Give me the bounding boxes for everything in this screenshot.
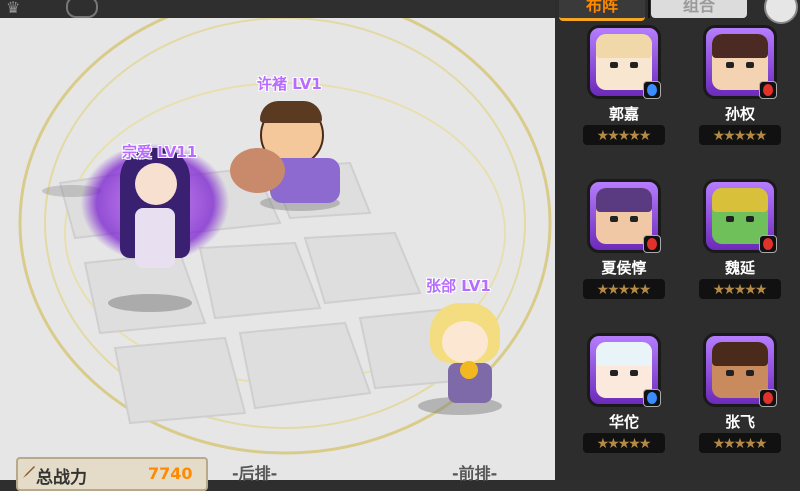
sword-icon xyxy=(23,466,35,478)
hero-hair xyxy=(596,34,652,58)
hero-eye xyxy=(726,216,734,222)
top-strip: ♛ xyxy=(0,0,555,18)
hero-eye xyxy=(726,62,734,68)
hero-eye xyxy=(630,216,638,222)
hero-hair xyxy=(712,34,768,58)
hero-name: 孙权 xyxy=(724,105,755,123)
unit-sprite xyxy=(442,321,488,363)
hero-name: 魏延 xyxy=(724,259,755,277)
tab-combination[interactable]: 组合 xyxy=(651,0,747,18)
hero-star-rating: ★★★★★ xyxy=(583,279,665,299)
hero-eye xyxy=(746,62,754,68)
hero-eye xyxy=(746,370,754,376)
battlefield: 许褚 LV1 宗爱 LV11 张郃 LV1 xyxy=(0,18,555,480)
star-icon: ★ xyxy=(638,282,652,298)
unit-bell xyxy=(460,361,478,379)
star-icon: ★ xyxy=(754,282,768,298)
total-power-value: 7740 xyxy=(148,464,193,483)
unit-xuchu[interactable] xyxy=(230,93,350,208)
hero-card[interactable]: 张飞 ★★★★★ xyxy=(699,333,781,459)
unit-sprite xyxy=(135,163,177,205)
hero-eye xyxy=(610,370,618,376)
back-row-label: -后排- xyxy=(232,464,278,483)
hero-class-icon xyxy=(643,389,661,407)
unit-sprite-body xyxy=(135,208,175,268)
hero-star-rating: ★★★★★ xyxy=(699,279,781,299)
hero-name: 张飞 xyxy=(724,413,755,431)
hero-card[interactable]: 孙权 ★★★★★ xyxy=(699,25,781,151)
hero-class-icon xyxy=(643,81,661,99)
hero-hair xyxy=(712,342,768,366)
hero-name: 郭嘉 xyxy=(608,105,639,123)
tab-formation[interactable]: 布阵 xyxy=(559,0,645,21)
hero-name: 夏侯惇 xyxy=(601,259,647,277)
hero-eye xyxy=(726,370,734,376)
hero-card[interactable]: 华佗 ★★★★★ xyxy=(583,333,665,459)
unit-name-zhanghe: 张郃 LV1 xyxy=(426,277,491,295)
hero-star-rating: ★★★★★ xyxy=(699,125,781,145)
total-power-box: 总战力 7740 xyxy=(16,457,208,491)
unit-sprite-hair xyxy=(260,101,322,123)
panel-tabs: 布阵 组合 xyxy=(555,0,800,24)
hero-star-rating: ★★★★★ xyxy=(699,433,781,453)
hero-card[interactable]: 夏侯惇 ★★★★★ xyxy=(583,179,665,305)
hero-star-rating: ★★★★★ xyxy=(583,125,665,145)
unit-name-zongai: 宗爱 LV11 xyxy=(122,143,198,161)
hero-eye xyxy=(630,62,638,68)
hero-card[interactable]: 魏延 ★★★★★ xyxy=(699,179,781,305)
star-icon: ★ xyxy=(754,436,768,452)
total-power-label: 总战力 xyxy=(36,468,87,488)
hero-hair xyxy=(596,342,652,366)
star-icon: ★ xyxy=(754,128,768,144)
tab-divider xyxy=(648,0,650,18)
hero-eye xyxy=(610,62,618,68)
formation-footer: 总战力 7740 -后排- -前排- xyxy=(0,455,555,491)
hero-class-icon xyxy=(759,81,777,99)
hero-star-rating: ★★★★★ xyxy=(583,433,665,453)
unit-sprite-belly xyxy=(230,148,285,193)
hero-card[interactable]: 郭嘉 ★★★★★ xyxy=(583,25,665,151)
unit-zhanghe[interactable] xyxy=(420,293,530,413)
hero-eye xyxy=(610,216,618,222)
hero-class-icon xyxy=(759,389,777,407)
hero-hair xyxy=(712,188,768,212)
front-row-label: -前排- xyxy=(452,464,498,483)
hero-class-icon xyxy=(643,235,661,253)
hero-eye xyxy=(630,370,638,376)
hero-hair xyxy=(596,188,652,212)
hero-class-icon xyxy=(759,235,777,253)
corner-logo: ♛ xyxy=(6,0,21,17)
unit-name-xuchu: 许褚 LV1 xyxy=(257,75,322,93)
star-icon: ★ xyxy=(638,436,652,452)
hero-eye xyxy=(746,216,754,222)
hero-name: 华佗 xyxy=(608,413,639,431)
star-icon: ★ xyxy=(638,128,652,144)
back-icon[interactable] xyxy=(66,0,98,18)
